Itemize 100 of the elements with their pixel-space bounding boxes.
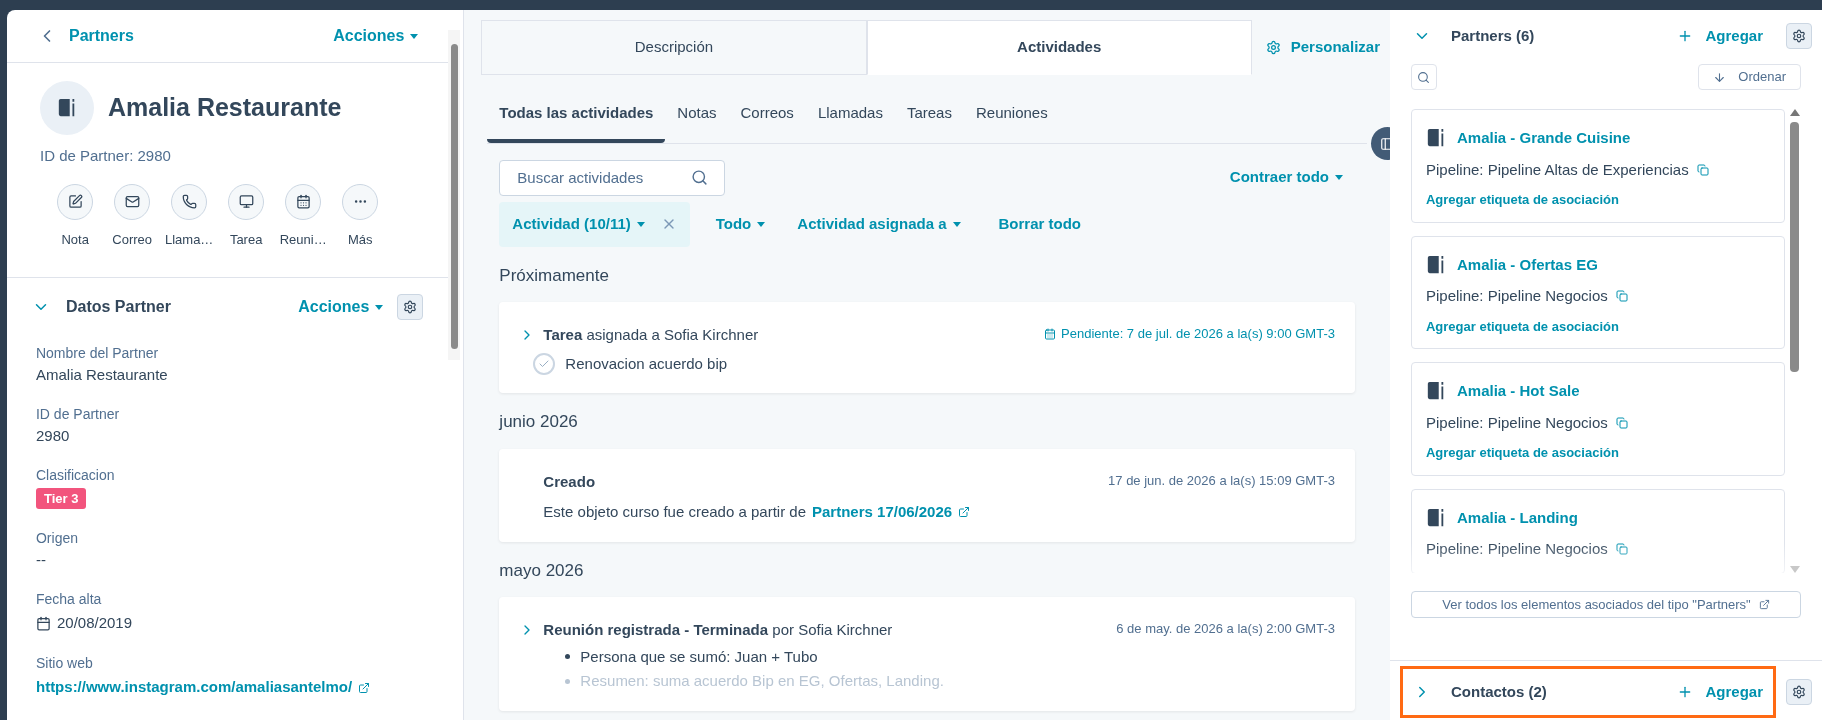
record-icon [56, 98, 77, 118]
activity-title: Creado [543, 471, 596, 492]
bullet-text: Resumen: suma acuerdo Bip en EG, Ofertas, Landing. [580, 671, 944, 691]
settings-icon [1792, 685, 1806, 699]
note-icon [67, 194, 83, 209]
pipeline-text: Pipeline: Pipeline Negocios [1426, 539, 1608, 559]
activity-timestamp: 17 de jun. de 2026 a la(s) 15:09 GMT-3 [1108, 471, 1335, 490]
copy-icon[interactable] [1615, 543, 1628, 556]
copy-icon[interactable] [1615, 416, 1628, 429]
customize-button[interactable]: Personalizar [1251, 20, 1380, 75]
external-link-icon [958, 506, 971, 519]
caret-icon [757, 221, 766, 227]
record-id: ID de Partner: 2980 [39, 146, 172, 166]
calendar-icon [35, 615, 51, 631]
group-heading: mayo 2026 [499, 559, 585, 582]
copy-icon[interactable] [1696, 163, 1709, 176]
envelope-icon [124, 194, 140, 209]
settings-icon [1265, 40, 1281, 55]
search-icon [1417, 70, 1431, 84]
pipeline-text: Pipeline: Pipeline Negocios [1426, 412, 1608, 433]
activity-title: Tarea asignada a Sofia Kirchner [543, 325, 759, 345]
partner-link[interactable]: Amalia - Grande Cuisine [1457, 127, 1631, 150]
section-toggle[interactable]: Contactos (2) [1413, 680, 1547, 704]
calendar-icon [295, 194, 311, 209]
field-label: ID de Partner [35, 406, 121, 421]
add-button[interactable]: Agregar [1677, 680, 1763, 704]
field-value: -- [35, 551, 47, 570]
activity-subtab[interactable]: Notas [665, 75, 729, 143]
activity-subtab[interactable]: Correos [728, 75, 806, 143]
quick-action-button[interactable]: Reuni… [279, 183, 327, 249]
copy-icon[interactable] [1615, 290, 1628, 303]
quick-action-button[interactable]: Correo [108, 183, 156, 249]
bullet-text: Persona que se sumó: Juan + Tubo [580, 646, 818, 667]
quick-action-button[interactable]: Tarea [222, 183, 270, 249]
group-heading: Próximamente [499, 264, 610, 287]
website-link[interactable]: https://www.instagram.com/amaliasantelmo/ [35, 676, 353, 699]
pipeline-text: Pipeline: Pipeline Negocios [1426, 286, 1608, 306]
search-field[interactable]: Buscar actividades [499, 159, 726, 196]
activity-timestamp: 6 de may. de 2026 a la(s) 2:00 GMT-3 [1116, 620, 1335, 638]
field-label: Nombre del Partner [35, 346, 160, 360]
pipeline-text: Pipeline: Pipeline Altas de Experiencias [1426, 159, 1689, 180]
filter-dropdown[interactable]: Actividad asignada a [791, 212, 967, 236]
scroll-up-icon[interactable] [1790, 109, 1800, 116]
settings-icon [403, 300, 418, 314]
actions-button[interactable]: Acciones [333, 24, 419, 48]
settings-button[interactable] [1786, 679, 1812, 705]
field-label: Sitio web [35, 656, 94, 671]
activity-title: Reunión registrada - Terminada por Sofia Kirchner [543, 620, 893, 640]
record-title: Amalia Restaurante [107, 92, 342, 124]
settings-button[interactable] [1786, 23, 1812, 49]
search-button[interactable] [1411, 64, 1437, 90]
quick-action-button[interactable]: Nota [51, 183, 99, 249]
record-tab[interactable]: Actividades [866, 20, 1252, 75]
association-label-link[interactable]: Agregar etiqueta de asociación [1426, 316, 1770, 336]
collapse-all-button[interactable]: Contraer todo [1229, 166, 1343, 189]
field-label: Clasificacion [35, 467, 116, 482]
record-icon [1426, 254, 1446, 275]
settings-icon [1792, 29, 1806, 43]
field-value: 20/08/2019 [56, 612, 133, 633]
activity-subtab[interactable]: Reuniones [963, 75, 1060, 143]
record-tab[interactable]: Descripción [481, 20, 867, 75]
scrollbar[interactable] [448, 30, 461, 360]
activity-subtab[interactable]: Tareas [894, 75, 964, 143]
tier-tag: Tier 3 [35, 487, 87, 509]
search-icon [691, 168, 709, 186]
settings-button[interactable] [397, 294, 424, 320]
group-heading: junio 2026 [499, 411, 579, 433]
activity-subtab[interactable]: Llamadas [805, 75, 895, 143]
add-button[interactable]: Agregar [1677, 24, 1763, 48]
filter-dropdown[interactable]: Todo [709, 212, 772, 236]
quick-action-button[interactable]: Llama… [165, 183, 213, 249]
section-toggle[interactable]: Partners (6) [1413, 24, 1535, 48]
quick-action-button[interactable]: Más [336, 183, 384, 249]
activity-subtab[interactable]: Todas las actividades [487, 75, 666, 143]
record-icon [1426, 381, 1446, 402]
record-link[interactable]: Partners 17/06/2026 [812, 501, 953, 524]
calendar-icon [1044, 327, 1057, 340]
monitor-icon [238, 194, 254, 209]
sort-button[interactable]: Ordenar [1698, 64, 1801, 90]
external-link-icon [1758, 599, 1770, 610]
clear-all-button[interactable]: Borrar todo [986, 212, 1093, 236]
association-label-link[interactable]: Agregar etiqueta de asociación [1426, 190, 1770, 210]
activity-body: Este objeto curso fue creado a partir de [543, 502, 806, 522]
scrollbar-thumb[interactable] [1790, 122, 1800, 372]
caret-icon [410, 33, 419, 39]
partner-link[interactable]: Amalia - Landing [1457, 506, 1578, 529]
filter-chip[interactable]: Actividad (10/11) [499, 201, 690, 247]
back-link[interactable]: Partners [36, 24, 134, 48]
section-toggle[interactable]: Datos Partner [31, 295, 171, 319]
due-date: Pendiente: 7 de jul. de 2026 a la(s) 9:00 GMT-3 [1061, 325, 1335, 343]
complete-checkbox[interactable] [533, 352, 556, 375]
section-actions-button[interactable]: Acciones [298, 295, 384, 319]
caret-icon [636, 221, 645, 227]
record-icon [1426, 507, 1446, 528]
association-label-link[interactable]: Agregar etiqueta de asociación [1426, 443, 1770, 463]
partner-link[interactable]: Amalia - Ofertas EG [1457, 253, 1598, 276]
field-value: Amalia Restaurante [35, 366, 169, 385]
arrow-down-icon [1713, 70, 1727, 84]
partner-link[interactable]: Amalia - Hot Sale [1457, 380, 1580, 403]
view-all-button[interactable]: Ver todos los elementos asociados del tipo "Partners" [1411, 591, 1801, 618]
